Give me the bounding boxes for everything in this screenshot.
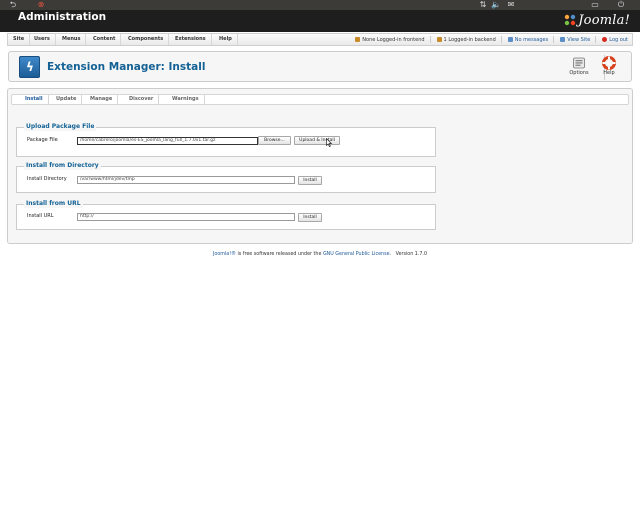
install-url-legend: Install from URL: [24, 200, 83, 208]
mouse-cursor-icon: [326, 138, 332, 147]
messages-icon: [507, 37, 513, 42]
options-button[interactable]: Options: [567, 55, 591, 80]
footer-joomla-link[interactable]: Joomla!®: [213, 252, 236, 257]
logout-label[interactable]: Log out: [609, 37, 628, 43]
view-site-link[interactable]: View Site: [560, 37, 590, 43]
help-label[interactable]: Help: [597, 70, 621, 76]
install-directory-input[interactable]: /var/www/html/jdev/tmp: [77, 176, 295, 184]
menu-item-help[interactable]: Help: [214, 34, 238, 45]
menu-item-content[interactable]: Content: [88, 34, 122, 45]
main-menu-bar: Site Users Menus Content Components Exte…: [7, 33, 633, 46]
admin-header: Administration Joomla!: [0, 10, 640, 32]
menu-item-users[interactable]: Users: [29, 34, 56, 45]
browse-button[interactable]: Browse...: [258, 136, 291, 145]
page-title: Extension Manager: Install: [47, 61, 206, 73]
main-panel: Install Update Manage Discover Warnings …: [7, 88, 633, 244]
menu-item-components[interactable]: Components: [123, 34, 170, 45]
status-divider: [429, 36, 431, 43]
install-url-button[interactable]: Install: [298, 213, 322, 222]
frontend-status: None Logged-in frontend: [355, 36, 425, 43]
menu-item-extensions[interactable]: Extensions: [170, 34, 212, 45]
extension-install-icon: ϟ: [19, 56, 40, 78]
install-directory-button[interactable]: Install: [298, 176, 322, 185]
user-icon: [436, 37, 442, 42]
install-directory-fieldset: Install from Directory Install Directory…: [16, 162, 436, 193]
joomla-logo-icon: [565, 14, 576, 26]
admin-title: Administration: [18, 11, 107, 23]
backend-status: 1 Logged-in backend: [436, 36, 496, 43]
footer-text-end: .: [389, 252, 392, 257]
tab-update[interactable]: Update: [51, 95, 83, 104]
joomla-logo: Joomla!: [564, 11, 630, 29]
menu-item-menus[interactable]: Menus: [57, 34, 87, 45]
messages-link[interactable]: No messages: [507, 37, 548, 43]
submenu: Install Update Manage Discover Warnings: [11, 94, 629, 105]
upload-package-fieldset: Upload Package File Package File /home/c…: [16, 123, 436, 157]
package-file-label: Package File: [27, 137, 58, 143]
status-divider: [595, 36, 597, 43]
mail-icon[interactable]: ✉: [506, 0, 516, 10]
joomla-logo-text: Joomla!: [578, 12, 630, 28]
backend-status-label: 1 Logged-in backend: [443, 36, 496, 43]
view-site-label[interactable]: View Site: [567, 37, 590, 43]
network-icon[interactable]: ⇅: [478, 0, 488, 10]
install-url-input[interactable]: http://: [77, 213, 295, 221]
footer: Joomla!® is free software released under…: [0, 252, 640, 257]
display-icon[interactable]: ▭: [590, 0, 600, 10]
status-bar: None Logged-in frontend 1 Logged-in back…: [349, 34, 628, 45]
tab-discover[interactable]: Discover: [124, 95, 160, 104]
package-file-input[interactable]: /home/cabrero/joomla/es-ES_joomla_lang_f…: [77, 137, 258, 145]
tab-install[interactable]: Install: [20, 95, 49, 104]
os-top-bar: ⮌ ⊗ ⇅ 🔈 ✉ ▭ ⏻: [0, 0, 640, 10]
status-divider: [553, 36, 555, 43]
messages-label[interactable]: No messages: [515, 37, 548, 43]
install-directory-label: Install Directory: [27, 176, 67, 182]
install-url-fieldset: Install from URL Install URL http:// Ins…: [16, 200, 436, 230]
menu-item-site[interactable]: Site: [8, 34, 31, 45]
footer-version: Version 1.7.0: [395, 252, 428, 257]
logout-icon: [602, 37, 608, 42]
tab-manage[interactable]: Manage: [85, 95, 119, 104]
status-divider: [500, 36, 502, 43]
footer-text: is free software released under the: [235, 252, 323, 257]
tab-warnings[interactable]: Warnings: [167, 95, 205, 104]
users-icon: [355, 37, 361, 42]
install-directory-legend: Install from Directory: [24, 162, 101, 170]
back-arrow-icon[interactable]: ⮌: [8, 0, 18, 10]
help-button[interactable]: Help: [597, 55, 621, 80]
logout-link[interactable]: Log out: [602, 37, 628, 43]
frontend-status-label: None Logged-in frontend: [362, 36, 425, 43]
install-url-label: Install URL: [27, 213, 54, 219]
view-site-icon: [560, 37, 566, 42]
upload-install-button[interactable]: Upload & Install: [294, 136, 340, 145]
volume-icon[interactable]: 🔈: [491, 0, 501, 10]
help-icon: [602, 55, 616, 70]
close-icon[interactable]: ⊗: [36, 0, 46, 10]
toolbar-box: ϟ Extension Manager: Install Options Hel…: [8, 51, 632, 82]
power-icon[interactable]: ⏻: [616, 0, 626, 10]
upload-package-legend: Upload Package File: [24, 123, 97, 131]
options-icon: [572, 55, 586, 69]
options-label[interactable]: Options: [567, 70, 591, 76]
footer-license-link[interactable]: GNU General Public License: [323, 252, 390, 257]
